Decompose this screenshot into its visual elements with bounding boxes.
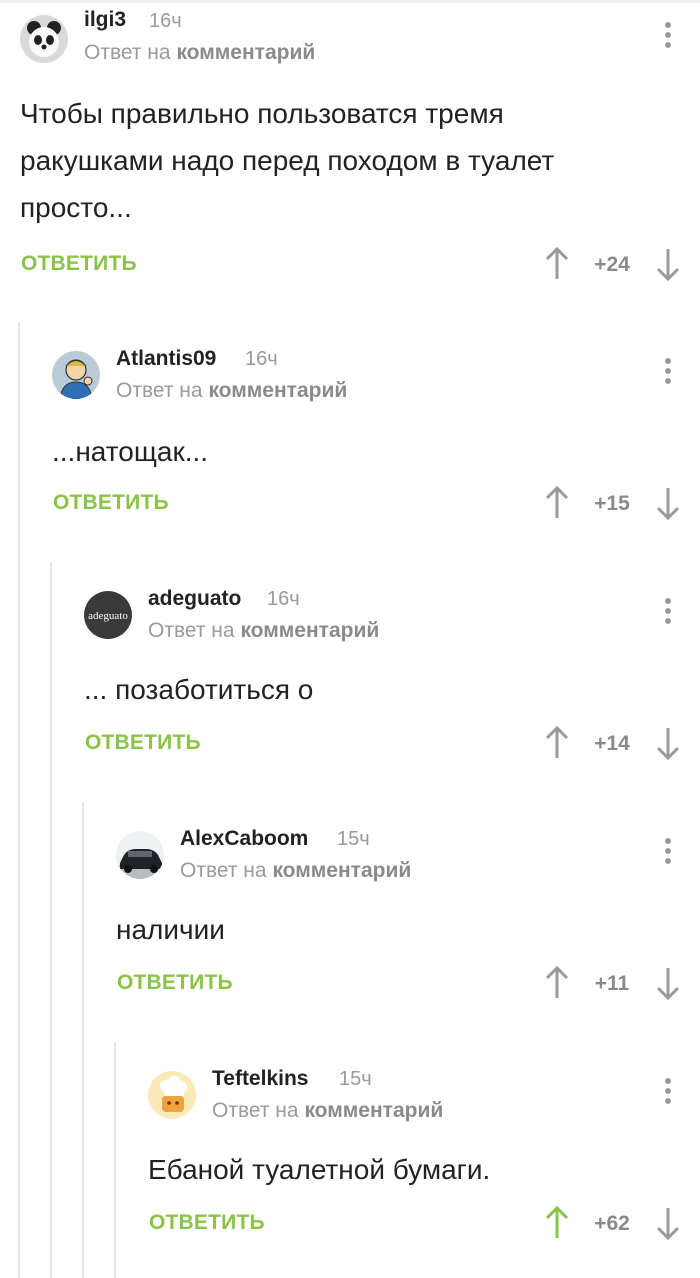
downvote-arrow-icon[interactable]: [654, 966, 682, 1000]
more-options-icon[interactable]: [656, 22, 680, 58]
panda-avatar[interactable]: [20, 15, 68, 63]
downvote-arrow-icon[interactable]: [654, 486, 682, 520]
timestamp: 16ч: [245, 348, 278, 370]
reply-prefix: Ответ на: [180, 859, 267, 882]
upvote-arrow-icon[interactable]: [543, 247, 571, 281]
reply-target: комментарий: [208, 379, 348, 402]
comment-text: наличии: [116, 906, 225, 953]
timestamp: 15ч: [339, 1068, 372, 1090]
comment-text: ... позаботиться о: [84, 666, 313, 713]
reply-prefix: Ответ на: [212, 1099, 299, 1122]
reply-target: комментарий: [272, 859, 412, 882]
rating: +15: [594, 492, 630, 515]
username[interactable]: AlexCaboom: [180, 827, 308, 851]
reply-prefix: Ответ на: [148, 619, 235, 642]
downvote-arrow-icon[interactable]: [654, 247, 682, 281]
username[interactable]: adeguato: [148, 587, 241, 611]
reply-prefix: Ответ на: [116, 379, 203, 402]
downvote-arrow-icon[interactable]: [654, 726, 682, 760]
thread-line: [82, 802, 84, 1278]
reply-button[interactable]: ОТВЕТИТЬ: [149, 1211, 265, 1235]
reply-button[interactable]: ОТВЕТИТЬ: [21, 252, 137, 276]
rating: +62: [594, 1212, 630, 1235]
comment-text: Чтобы правильно пользоватся тремя ракушк…: [20, 90, 554, 231]
chef-avatar[interactable]: [148, 1071, 196, 1119]
reply-button[interactable]: ОТВЕТИТЬ: [53, 491, 169, 515]
comment-text: ...натощак...: [52, 428, 208, 475]
timestamp: 16ч: [149, 10, 182, 32]
car-avatar[interactable]: [116, 831, 164, 879]
comment-text-line: просто...: [20, 192, 132, 223]
username[interactable]: ilgi3: [84, 8, 126, 32]
adeguato-avatar[interactable]: adeguato: [84, 591, 132, 639]
reply-target: комментарий: [240, 619, 380, 642]
vault-boy-avatar[interactable]: [52, 351, 100, 399]
reply-to-link[interactable]: Ответ на комментарий: [180, 859, 411, 883]
timestamp: 16ч: [267, 588, 300, 610]
upvote-arrow-icon[interactable]: [543, 486, 571, 520]
upvote-arrow-icon[interactable]: [543, 726, 571, 760]
comment-text-line: Ебаной туалетной бумаги.: [148, 1154, 491, 1185]
username[interactable]: Atlantis09: [116, 347, 216, 371]
reply-to-link[interactable]: Ответ на комментарий: [84, 41, 315, 65]
more-options-icon[interactable]: [656, 1078, 680, 1114]
thread-line: [50, 562, 52, 1278]
comment-text-line: наличии: [116, 914, 225, 945]
username[interactable]: Teftelkins: [212, 1067, 308, 1091]
comment-text: Ебаной туалетной бумаги.: [148, 1146, 490, 1193]
comment-text-line: ракушками надо перед походом в туалет: [20, 145, 555, 176]
top-divider: [0, 0, 700, 3]
upvote-arrow-icon[interactable]: [543, 966, 571, 1000]
rating: +11: [594, 972, 630, 995]
avatar-text: adeguato: [88, 610, 128, 622]
reply-to-link[interactable]: Ответ на комментарий: [116, 379, 347, 403]
reply-target: комментарий: [176, 41, 316, 64]
timestamp: 15ч: [337, 828, 370, 850]
reply-button[interactable]: ОТВЕТИТЬ: [85, 731, 201, 755]
reply-button[interactable]: ОТВЕТИТЬ: [117, 971, 233, 995]
thread-line: [18, 322, 20, 1278]
reply-to-link[interactable]: Ответ на комментарий: [148, 619, 379, 643]
rating: +14: [594, 732, 630, 755]
more-options-icon[interactable]: [656, 358, 680, 394]
upvote-arrow-icon[interactable]: [543, 1206, 571, 1240]
more-options-icon[interactable]: [656, 838, 680, 874]
reply-target: комментарий: [304, 1099, 444, 1122]
reply-to-link[interactable]: Ответ на комментарий: [212, 1099, 443, 1123]
more-options-icon[interactable]: [656, 598, 680, 634]
thread-line: [114, 1042, 116, 1278]
comment-text-line: ... позаботиться о: [84, 674, 314, 705]
comment-text-line: Чтобы правильно пользоватся тремя: [20, 98, 504, 129]
rating: +24: [594, 253, 630, 276]
reply-prefix: Ответ на: [84, 41, 171, 64]
downvote-arrow-icon[interactable]: [654, 1206, 682, 1240]
comment-text-line: ...натощак...: [52, 436, 209, 467]
